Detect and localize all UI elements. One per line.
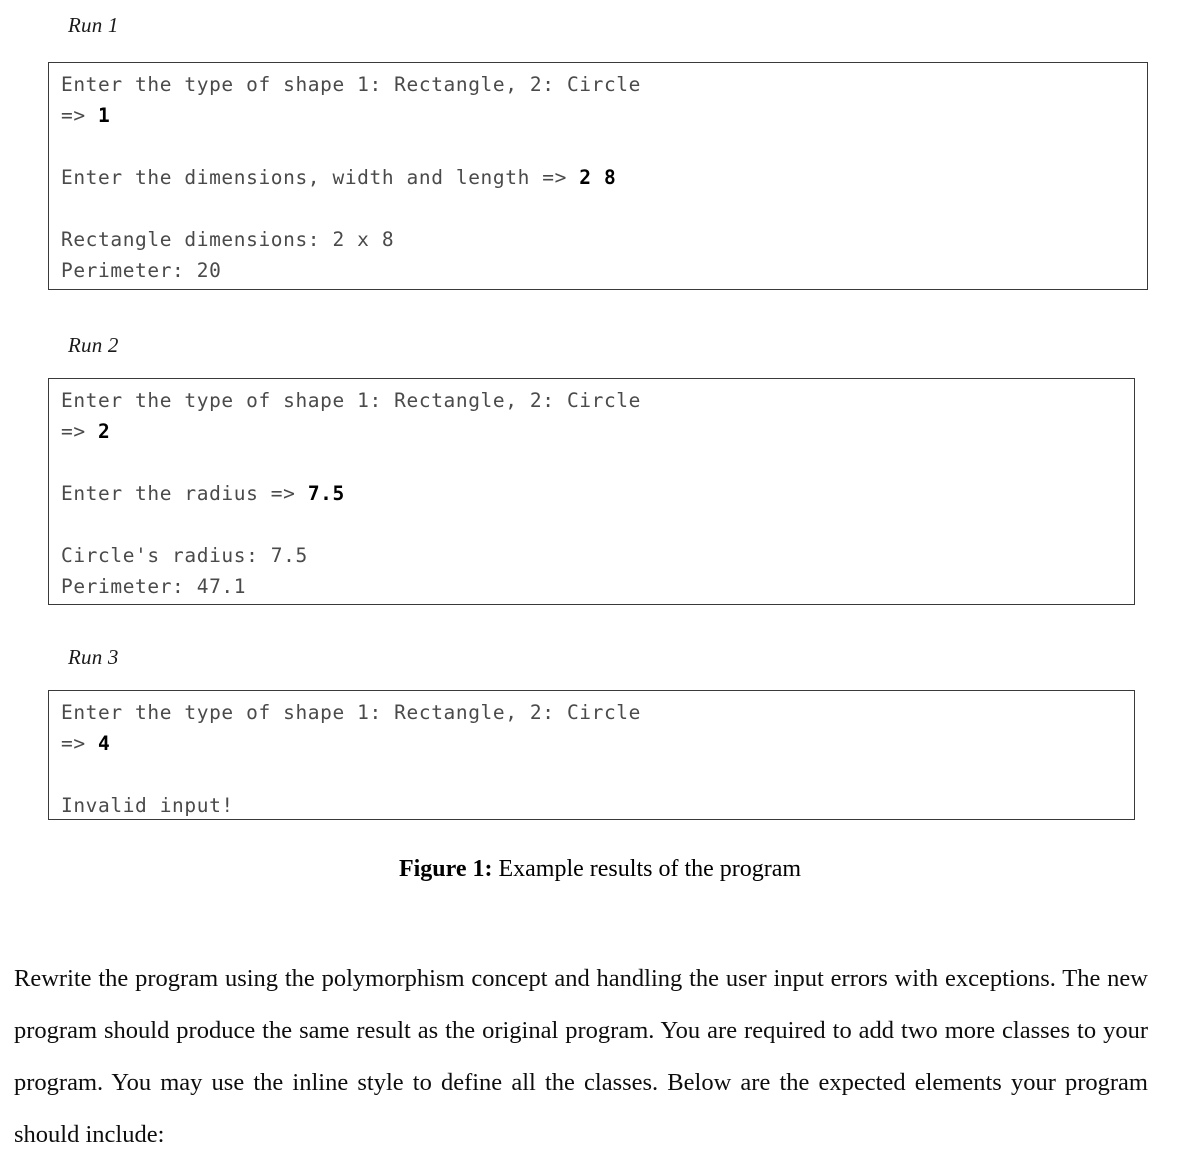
console-line: Perimeter: 47.1 — [61, 571, 1134, 602]
console-line: Perimeter: 20 — [61, 255, 1147, 286]
console-prompt-text: Enter the dimensions, width and length =… — [61, 166, 580, 189]
run-1-label: Run 1 — [68, 13, 119, 37]
figure-caption: Figure 1: Example results of the program — [0, 852, 1200, 886]
console-line: => 4 — [61, 728, 1134, 759]
console-line: Enter the dimensions, width and length =… — [61, 162, 1147, 193]
console-prompt-text: Circle's radius: 7.5 — [61, 544, 308, 567]
console-prompt-text: => — [61, 104, 99, 127]
figure-caption-text: Example results of the program — [492, 856, 802, 882]
console-prompt-text: Perimeter: 20 — [61, 259, 222, 282]
console-line: Circle's radius: 7.5 — [61, 540, 1134, 571]
console-prompt-text: Enter the type of shape 1: Rectangle, 2:… — [61, 73, 641, 96]
console-prompt-text: Perimeter: 47.1 — [61, 575, 247, 598]
console-prompt-text: => — [61, 732, 99, 755]
console-line: Enter the type of shape 1: Rectangle, 2:… — [61, 697, 1134, 728]
console-line: Enter the radius => 7.5 — [61, 478, 1134, 509]
console-prompt-text: => — [61, 420, 99, 443]
figure-number: Figure 1: — [398, 856, 493, 882]
console-prompt-text: Enter the type of shape 1: Rectangle, 2:… — [61, 701, 641, 724]
instructions-paragraph: Rewrite the program using the polymorphi… — [14, 964, 1148, 1148]
console-user-input: 2 — [98, 420, 111, 443]
console-line: Rectangle dimensions: 2 x 8 — [61, 224, 1147, 255]
console-line: Enter the type of shape 1: Rectangle, 2:… — [61, 69, 1147, 100]
console-line: Invalid input! — [61, 790, 1134, 819]
console-prompt-text: Enter the type of shape 1: Rectangle, 2:… — [61, 389, 641, 412]
console-line: Enter the type of shape 1: Rectangle, 2:… — [61, 385, 1134, 416]
console-prompt-text: Enter the radius => — [61, 482, 308, 505]
run-2-label: Run 2 — [68, 333, 119, 357]
run-1-console-output: Enter the type of shape 1: Rectangle, 2:… — [48, 62, 1148, 290]
console-prompt-text: Rectangle dimensions: 2 x 8 — [61, 228, 395, 251]
console-line: => 2 — [61, 416, 1134, 447]
console-line: => 1 — [61, 100, 1147, 131]
run-3-label: Run 3 — [68, 645, 119, 669]
console-user-input: 7.5 — [307, 482, 345, 505]
run-3-console-output: Enter the type of shape 1: Rectangle, 2:… — [48, 690, 1135, 820]
console-user-input: 1 — [98, 104, 111, 127]
console-user-input: 4 — [98, 732, 111, 755]
console-prompt-text: Invalid input! — [61, 794, 234, 817]
run-2-console-output: Enter the type of shape 1: Rectangle, 2:… — [48, 378, 1135, 605]
console-user-input: 2 8 — [579, 166, 617, 189]
